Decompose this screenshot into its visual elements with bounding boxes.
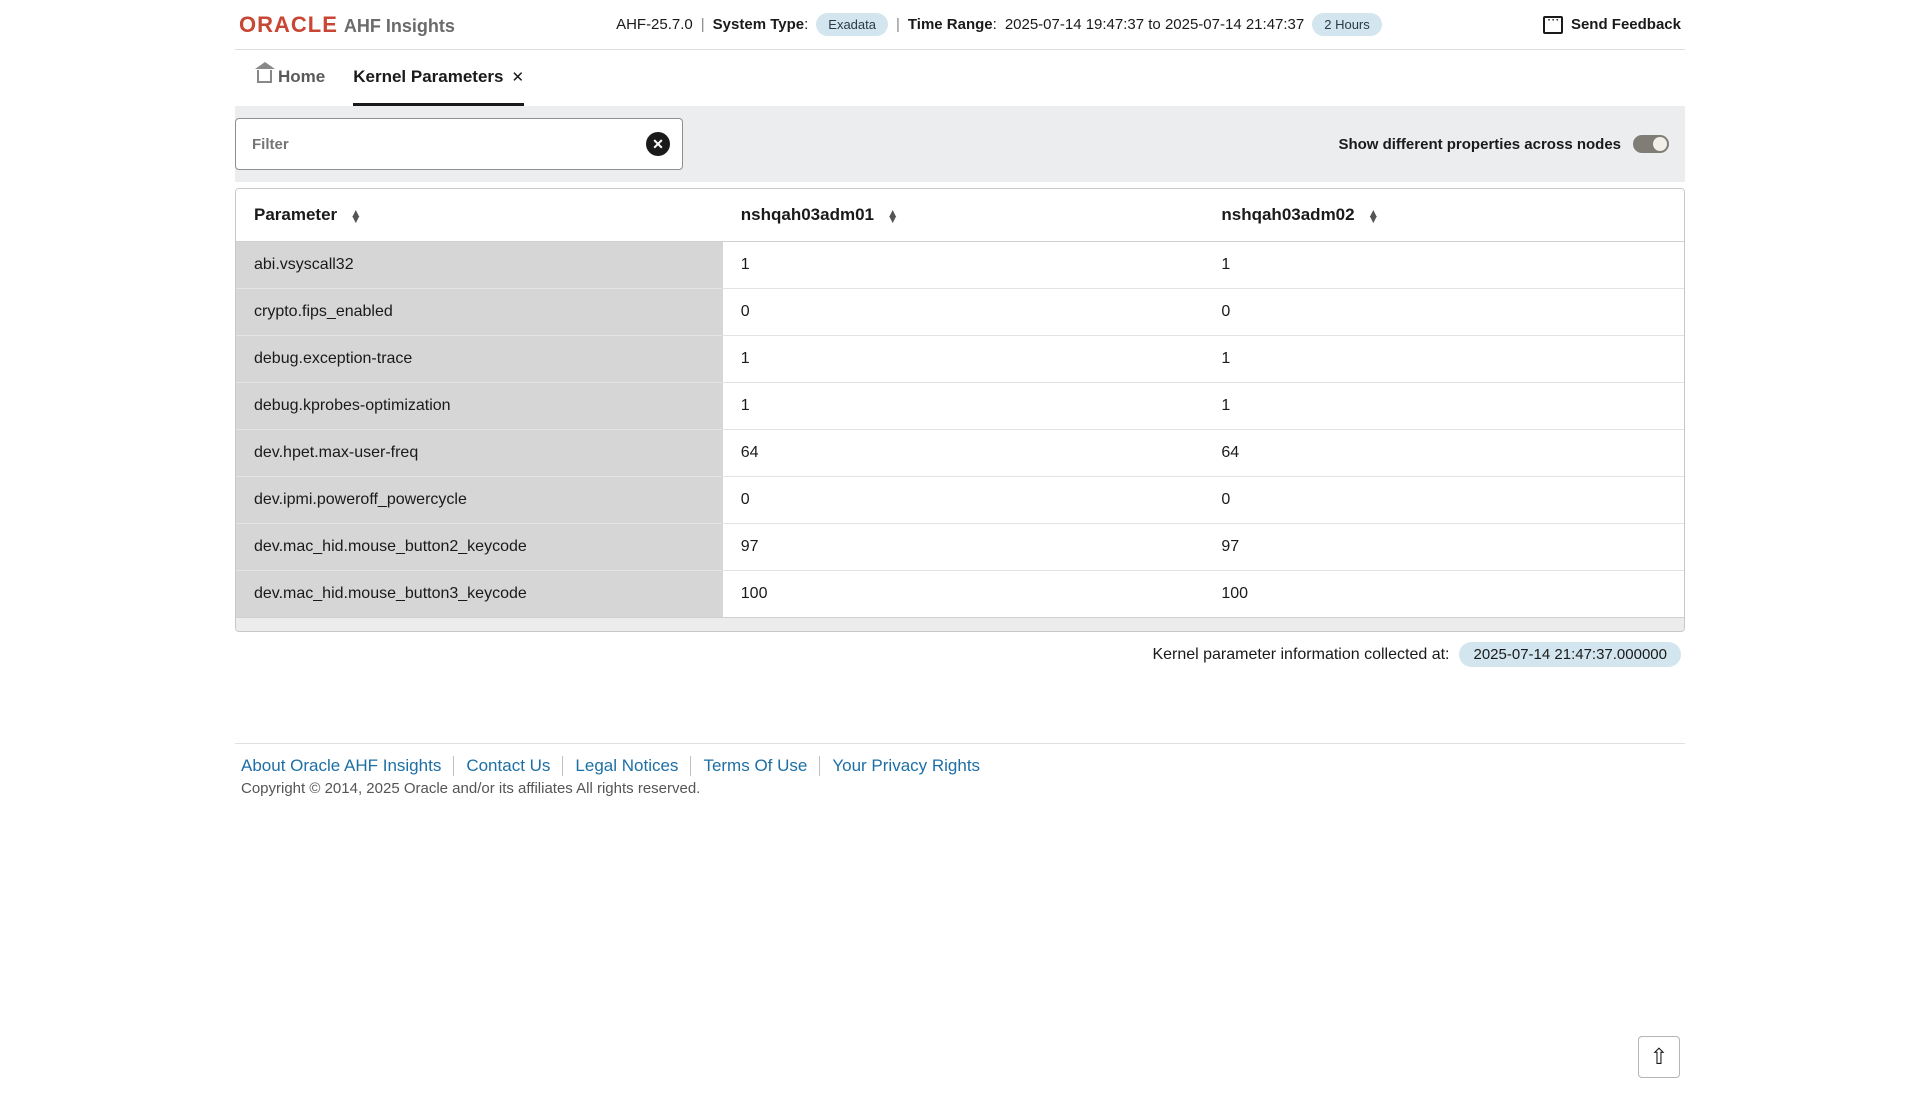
node1-cell: 0 [723,477,1204,524]
footer-link[interactable]: About Oracle AHF Insights [241,756,454,776]
node1-cell: 100 [723,571,1204,618]
table-row: dev.mac_hid.mouse_button2_keycode9797 [236,524,1684,571]
home-icon [257,70,272,83]
clear-filter-button[interactable]: ✕ [646,132,670,156]
feedback-label: Send Feedback [1571,16,1681,33]
tab-kernel-parameters[interactable]: Kernel Parameters ✕ [353,50,524,106]
node1-cell: 1 [723,242,1204,289]
footer-links: About Oracle AHF InsightsContact UsLegal… [241,756,1679,776]
node2-cell: 64 [1203,430,1684,477]
param-cell: dev.mac_hid.mouse_button2_keycode [236,524,723,571]
footer-link[interactable]: Terms Of Use [691,756,820,776]
filter-box[interactable]: ✕ [235,118,683,170]
node1-cell: 1 [723,336,1204,383]
header-meta: AHF-25.7.0 | System Type: Exadata | Time… [455,13,1543,36]
time-range-label: Time Range: [908,16,997,33]
footer-link[interactable]: Legal Notices [563,756,691,776]
table-row: dev.hpet.max-user-freq6464 [236,430,1684,477]
diff-toggle-label: Show different properties across nodes [1338,136,1621,153]
page-footer: About Oracle AHF InsightsContact UsLegal… [235,743,1685,817]
close-icon[interactable]: ✕ [512,68,525,86]
table-row: crypto.fips_enabled00 [236,289,1684,336]
filter-input[interactable] [252,136,666,153]
node2-cell: 1 [1203,242,1684,289]
scroll-to-top-button[interactable]: ⇧ [1638,1036,1680,1078]
param-cell: dev.ipmi.poweroff_powercycle [236,477,723,524]
table-row: dev.mac_hid.mouse_button3_keycode100100 [236,571,1684,618]
tab-home-label: Home [278,67,325,87]
param-cell: debug.kprobes-optimization [236,383,723,430]
col-header-node1[interactable]: nshqah03adm01 ▲▼ [723,189,1204,242]
diff-toggle[interactable] [1633,135,1669,153]
separator: | [701,16,705,33]
footer-link[interactable]: Your Privacy Rights [820,756,992,776]
logo: ORACLE AHF Insights [239,12,455,38]
node2-cell: 1 [1203,336,1684,383]
separator: | [896,16,900,33]
node2-cell: 97 [1203,524,1684,571]
tab-kernel-label: Kernel Parameters [353,67,503,87]
node2-cell: 1 [1203,383,1684,430]
sort-icon[interactable]: ▲▼ [350,210,362,222]
col-header-node2[interactable]: nshqah03adm02 ▲▼ [1203,189,1684,242]
table-row: debug.exception-trace11 [236,336,1684,383]
version: AHF-25.7.0 [616,16,693,33]
time-range-value: 2025-07-14 19:47:37 to 2025-07-14 21:47:… [1005,16,1304,33]
node1-cell: 1 [723,383,1204,430]
footer-link[interactable]: Contact Us [454,756,563,776]
node1-cell: 64 [723,430,1204,477]
system-type-pill[interactable]: Exadata [816,13,888,36]
node2-cell: 0 [1203,289,1684,336]
system-type-label: System Type: [713,16,809,33]
table-row: abi.vsyscall3211 [236,242,1684,289]
tab-home[interactable]: Home [257,50,325,106]
table-row: dev.ipmi.poweroff_powercycle00 [236,477,1684,524]
param-cell: crypto.fips_enabled [236,289,723,336]
send-feedback-button[interactable]: Send Feedback [1543,16,1681,34]
copyright: Copyright © 2014, 2025 Oracle and/or its… [241,780,1679,797]
param-cell: abi.vsyscall32 [236,242,723,289]
collected-ts-pill: 2025-07-14 21:47:37.000000 [1459,642,1681,667]
col-header-parameter[interactable]: Parameter ▲▼ [236,189,723,242]
header: ORACLE AHF Insights AHF-25.7.0 | System … [235,0,1685,50]
param-cell: dev.mac_hid.mouse_button3_keycode [236,571,723,618]
sort-icon[interactable]: ▲▼ [1367,210,1379,222]
app-name: AHF Insights [344,16,455,37]
node2-cell: 0 [1203,477,1684,524]
collected-label: Kernel parameter information collected a… [1152,646,1449,664]
node1-cell: 97 [723,524,1204,571]
sort-icon[interactable]: ▲▼ [887,210,899,222]
horizontal-scrollbar[interactable] [236,617,1684,631]
kernel-params-table: Parameter ▲▼ nshqah03adm01 ▲▼ nshqah03ad… [235,188,1685,632]
table-row: debug.kprobes-optimization11 [236,383,1684,430]
time-range-duration-pill[interactable]: 2 Hours [1312,13,1382,36]
param-cell: debug.exception-trace [236,336,723,383]
brand: ORACLE [239,12,338,38]
filter-bar: ✕ Show different properties across nodes [235,106,1685,182]
node1-cell: 0 [723,289,1204,336]
node2-cell: 100 [1203,571,1684,618]
tab-bar: Home Kernel Parameters ✕ [235,50,1685,106]
feedback-icon [1543,16,1563,34]
collected-at: Kernel parameter information collected a… [235,632,1685,685]
param-cell: dev.hpet.max-user-freq [236,430,723,477]
